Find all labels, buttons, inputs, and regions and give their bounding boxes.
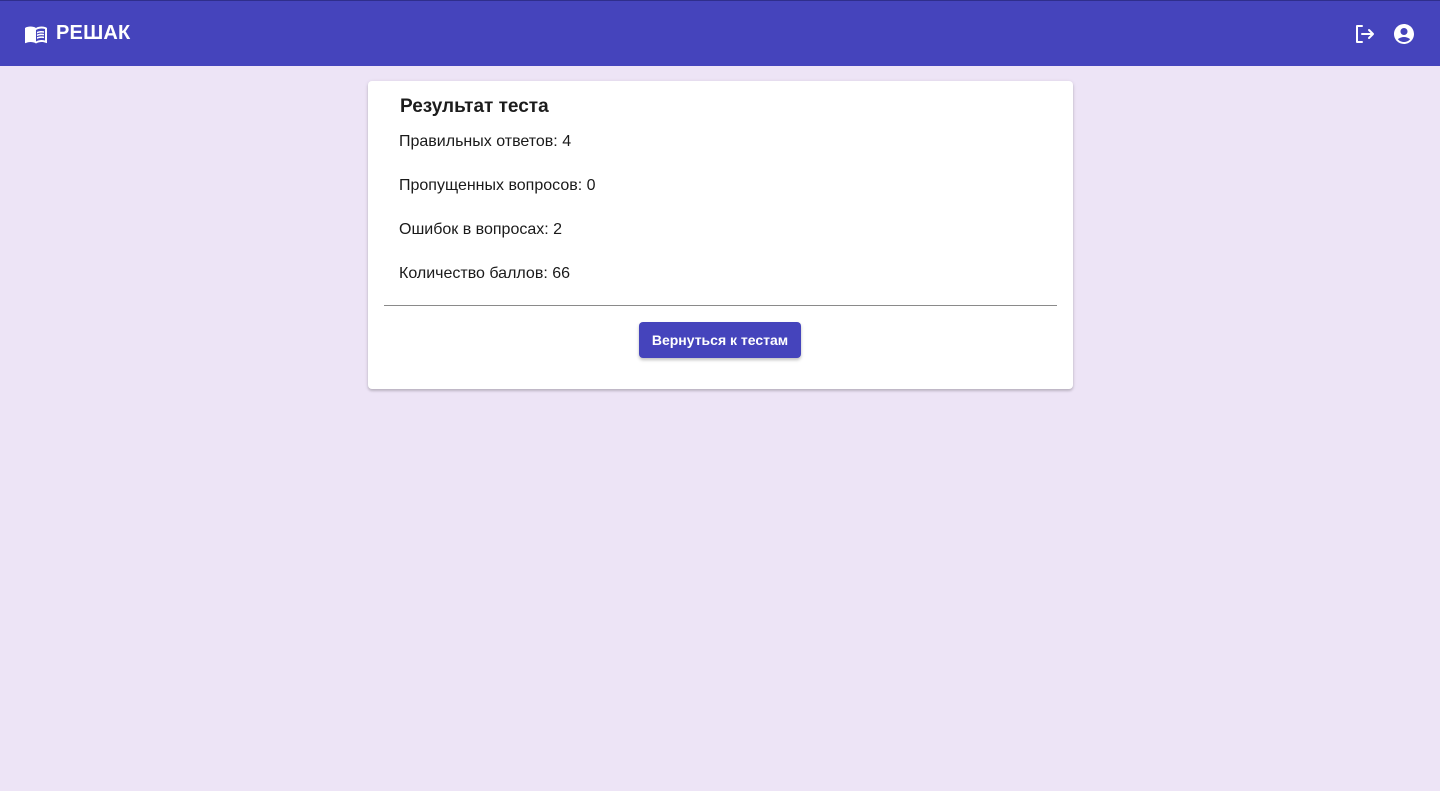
test-result-card: Результат теста Правильных ответов: 4 Пр… xyxy=(368,81,1073,389)
result-title: Результат теста xyxy=(400,96,549,117)
brand-home-link[interactable]: РЕШАК xyxy=(24,22,130,46)
header-actions xyxy=(1352,22,1416,46)
logout-button[interactable] xyxy=(1352,22,1376,46)
stat-skipped-questions: Пропущенных вопросов: 0 xyxy=(399,177,596,194)
back-to-tests-button[interactable]: Вернуться к тестам xyxy=(639,322,801,358)
app-title: РЕШАК xyxy=(56,22,131,44)
account-circle-icon xyxy=(1394,23,1414,44)
stat-errors: Ошибок в вопросах: 2 xyxy=(399,221,563,238)
account-button[interactable] xyxy=(1392,22,1416,46)
stat-score: Количество баллов: 66 xyxy=(399,265,570,282)
logout-icon xyxy=(1356,24,1374,43)
divider xyxy=(384,305,1057,306)
open-book-icon xyxy=(25,26,47,43)
stat-correct-answers: Правильных ответов: 4 xyxy=(399,133,572,150)
top-app-bar: РЕШАК xyxy=(0,0,1440,66)
